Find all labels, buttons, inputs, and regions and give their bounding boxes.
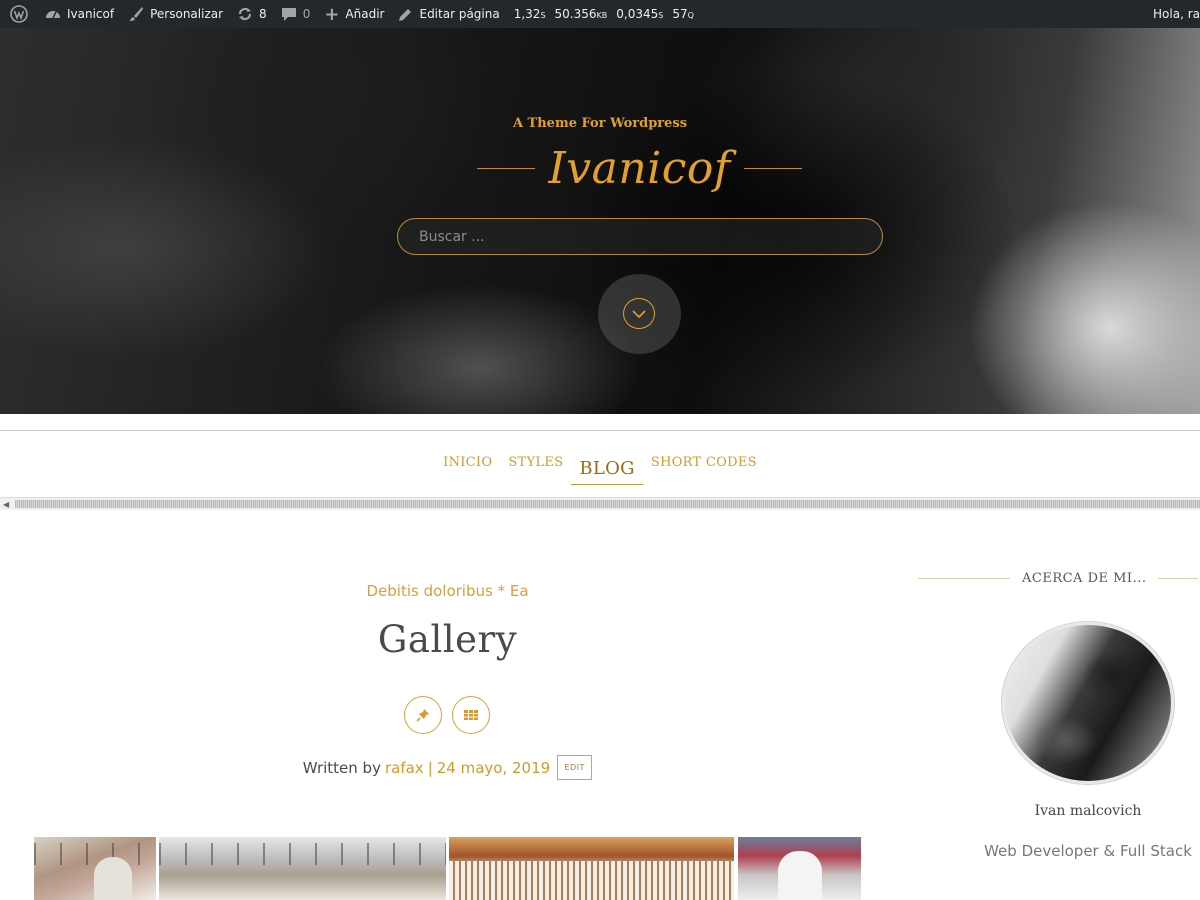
nav-item-blog[interactable]: BLOG xyxy=(571,446,643,485)
post-date-link[interactable]: 24 mayo, 2019 xyxy=(437,759,550,777)
load-time-stat: 1,32s xyxy=(513,7,546,21)
site-tagline: A Theme For Wordpress xyxy=(512,116,688,131)
pencil-icon xyxy=(398,7,413,22)
comments-count: 0 xyxy=(302,7,311,21)
post-category[interactable]: Debitis doloribus * Ea xyxy=(0,582,895,600)
logo-divider-left xyxy=(477,167,535,169)
comments-menu[interactable]: 0 xyxy=(274,0,318,28)
customize-menu[interactable]: Personalizar xyxy=(121,0,230,28)
site-title[interactable]: Ivanicof xyxy=(548,143,730,194)
author-role: Web Developer & Full Stack xyxy=(984,842,1192,860)
post-title: Gallery xyxy=(377,618,518,661)
gallery-image[interactable] xyxy=(449,837,734,900)
query-monitor-menu[interactable]: 1,32s 50.356kb 0,0345s 57q xyxy=(507,0,701,28)
nav-item-styles[interactable]: STYLES xyxy=(500,446,571,486)
query-count-stat: 57q xyxy=(672,7,694,21)
post-format-icons xyxy=(404,696,490,734)
image-detail xyxy=(34,843,156,865)
edit-post-button[interactable]: EDIT xyxy=(557,755,593,780)
scroll-left-icon[interactable]: ◀ xyxy=(3,500,9,509)
author-link[interactable]: rafax xyxy=(385,759,424,777)
memory-stat: 50.356kb xyxy=(554,7,608,21)
image-detail xyxy=(159,843,446,865)
about-widget-heading: ACERCA DE MI... xyxy=(918,568,1200,588)
greeting-label: Hola, ra xyxy=(1153,7,1200,21)
gallery-grid-icon xyxy=(452,696,490,734)
edit-page-label: Editar página xyxy=(419,7,500,21)
site-name-label: Ivanicof xyxy=(67,7,115,21)
heading-divider-right xyxy=(1158,577,1199,579)
account-menu[interactable]: Hola, ra xyxy=(1145,0,1200,28)
nav-item-short-codes[interactable]: SHORT CODES xyxy=(643,446,765,486)
search-box xyxy=(397,218,883,255)
admin-bar: Ivanicof Personalizar 8 0 + Añadir Edita… xyxy=(0,0,1200,28)
wordpress-icon xyxy=(10,5,28,23)
image-detail xyxy=(778,851,822,900)
edit-page-menu[interactable]: Editar página xyxy=(391,0,506,28)
brush-icon xyxy=(128,6,144,22)
query-time-stat: 0,0345s xyxy=(616,7,664,21)
widget-title: ACERCA DE MI... xyxy=(1022,570,1147,586)
post-meta: Written by rafax | 24 mayo, 2019 EDIT xyxy=(0,755,895,780)
hero-header: A Theme For Wordpress Ivanicof xyxy=(0,28,1200,414)
chevron-down-icon xyxy=(631,309,647,319)
nav-item-inicio[interactable]: INICIO xyxy=(435,446,500,486)
image-detail xyxy=(449,861,734,900)
sticky-pin-icon xyxy=(404,696,442,734)
written-by-label: Written by xyxy=(302,758,381,777)
horizontal-scrollbar[interactable]: ◀ xyxy=(0,497,1200,510)
add-new-label: Añadir xyxy=(345,7,385,21)
site-logo[interactable]: Ivanicof xyxy=(477,138,802,198)
nav-divider xyxy=(0,430,1200,431)
meta-separator: | xyxy=(427,758,433,777)
plus-icon: + xyxy=(324,3,340,25)
author-name: Ivan malcovich xyxy=(1034,803,1142,819)
heading-divider-left xyxy=(918,577,1010,579)
updates-count: 8 xyxy=(259,7,267,21)
comment-icon xyxy=(281,7,297,22)
site-name-menu[interactable]: Ivanicof xyxy=(38,0,121,28)
customize-label: Personalizar xyxy=(150,7,224,21)
gallery-image[interactable] xyxy=(738,837,861,900)
wordpress-logo-menu[interactable] xyxy=(0,0,38,28)
image-detail xyxy=(94,857,132,900)
gallery-image[interactable] xyxy=(34,837,156,900)
updates-icon xyxy=(237,6,253,22)
logo-divider-right xyxy=(744,167,802,169)
scroll-down-button[interactable] xyxy=(623,298,655,329)
main-navigation: INICIO STYLES BLOG SHORT CODES xyxy=(0,446,1200,486)
dashboard-icon xyxy=(45,7,61,21)
search-input[interactable] xyxy=(398,219,882,254)
updates-menu[interactable]: 8 xyxy=(230,0,274,28)
new-content-menu[interactable]: + Añadir xyxy=(317,0,391,28)
scrollbar-thumb[interactable] xyxy=(15,500,1200,508)
avatar xyxy=(1002,622,1174,784)
gallery-image[interactable] xyxy=(159,837,446,900)
